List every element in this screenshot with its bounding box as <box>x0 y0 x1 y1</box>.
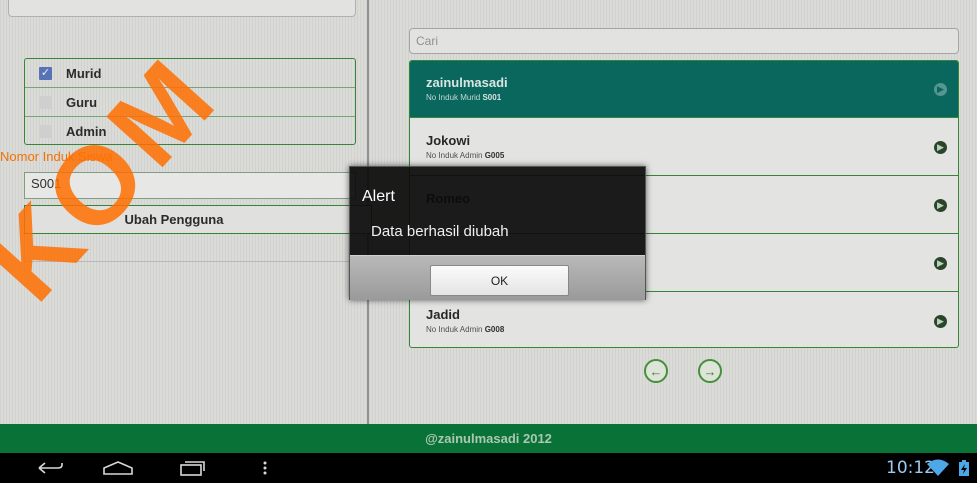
alert-title: Alert <box>362 188 395 205</box>
alert-message: Data berhasil diubah <box>371 223 509 240</box>
battery-icon <box>958 458 970 478</box>
system-nav-bar: 10:12 <box>0 453 977 483</box>
home-icon[interactable] <box>102 458 134 478</box>
alert-button-bar: OK <box>350 255 645 300</box>
ok-button[interactable]: OK <box>430 265 569 296</box>
alert-dialog: Alert Data berhasil diubah OK <box>349 166 646 300</box>
wifi-icon <box>926 458 950 478</box>
menu-icon[interactable] <box>263 458 267 478</box>
back-icon[interactable] <box>36 458 64 478</box>
recent-apps-icon[interactable] <box>177 458 207 478</box>
